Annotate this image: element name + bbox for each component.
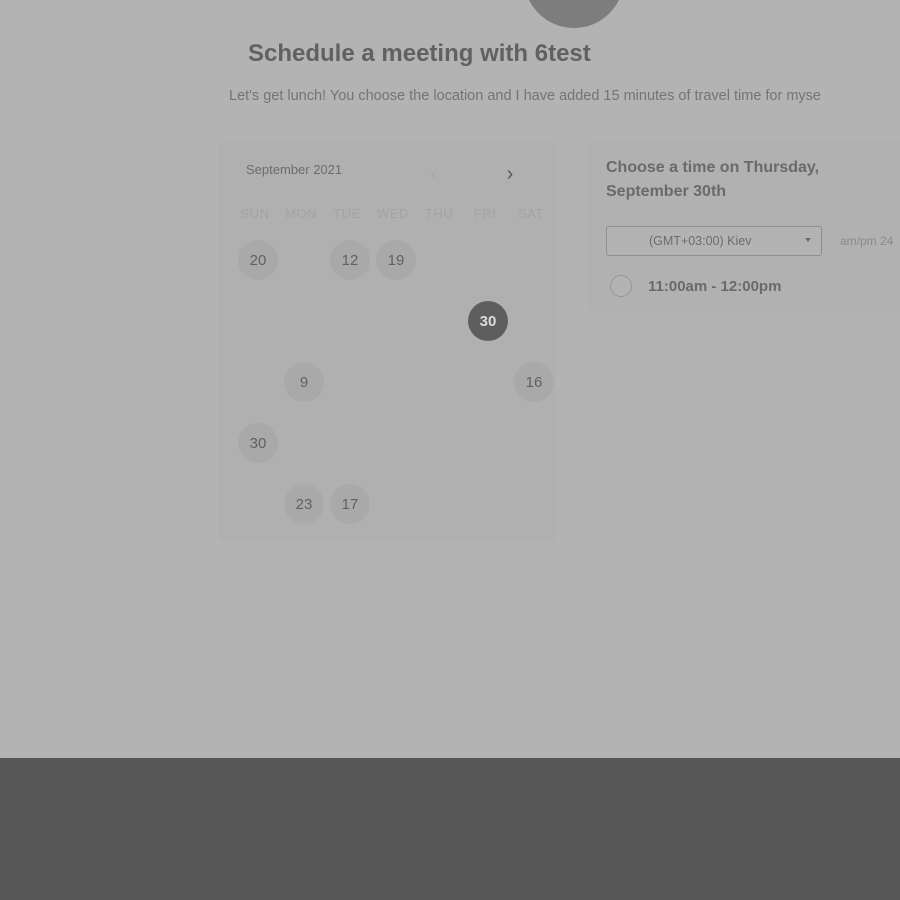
- time-slot-label: 11:00am - 12:00pm: [648, 277, 782, 295]
- calendar-day[interactable]: 12: [330, 240, 370, 280]
- weekday-header: SUN MON TUE WED THU FRI SAT: [232, 206, 556, 222]
- page-title: Schedule a meeting with 6test: [248, 40, 591, 67]
- weekday-mon: MON: [285, 206, 317, 221]
- chevron-left-icon[interactable]: ‹: [422, 162, 446, 186]
- calendar-day-selected[interactable]: 30: [468, 301, 508, 341]
- weekday-wed: WED: [377, 206, 409, 221]
- weekday-sat: SAT: [518, 206, 544, 221]
- calendar-day[interactable]: 9: [284, 362, 324, 402]
- calendar-day[interactable]: 16: [514, 362, 554, 402]
- calendar-card: September 2021 ‹ › SUN MON TUE WED THU F…: [218, 142, 556, 540]
- time-slot[interactable]: 11:00am - 12:00pm: [610, 274, 781, 298]
- meeting-description: Let's get lunch! You choose the location…: [229, 88, 822, 104]
- time-selection-panel: Choose a time on Thursday, September 30t…: [586, 142, 900, 312]
- weekday-tue: TUE: [333, 206, 361, 221]
- calendar-day[interactable]: 23: [284, 484, 324, 524]
- time-panel-heading: Choose a time on Thursday, September 30t…: [606, 159, 820, 200]
- weekday-sun: SUN: [240, 206, 270, 221]
- timezone-select[interactable]: (GMT+03:00) Kiev: [606, 226, 822, 256]
- calendar-month-label: September 2021: [246, 162, 343, 177]
- footer-overlay: [0, 758, 900, 900]
- host-avatar: [524, 0, 624, 28]
- caret-down-icon: [805, 238, 811, 242]
- chevron-right-icon[interactable]: ›: [498, 162, 522, 186]
- calendar-day[interactable]: 17: [330, 484, 370, 524]
- calendar-day[interactable]: 30: [238, 423, 278, 463]
- timezone-value: (GMT+03:00) Kiev: [649, 234, 752, 248]
- calendar-day[interactable]: 19: [376, 240, 416, 280]
- radio-icon[interactable]: [610, 275, 632, 297]
- calendar-day[interactable]: 20: [238, 240, 278, 280]
- booking-page: Schedule a meeting with 6test Let's get …: [0, 0, 900, 758]
- weekday-thu: THU: [424, 206, 454, 221]
- weekday-fri: FRI: [473, 206, 497, 221]
- time-format-toggle[interactable]: am/pm 24: [840, 234, 893, 248]
